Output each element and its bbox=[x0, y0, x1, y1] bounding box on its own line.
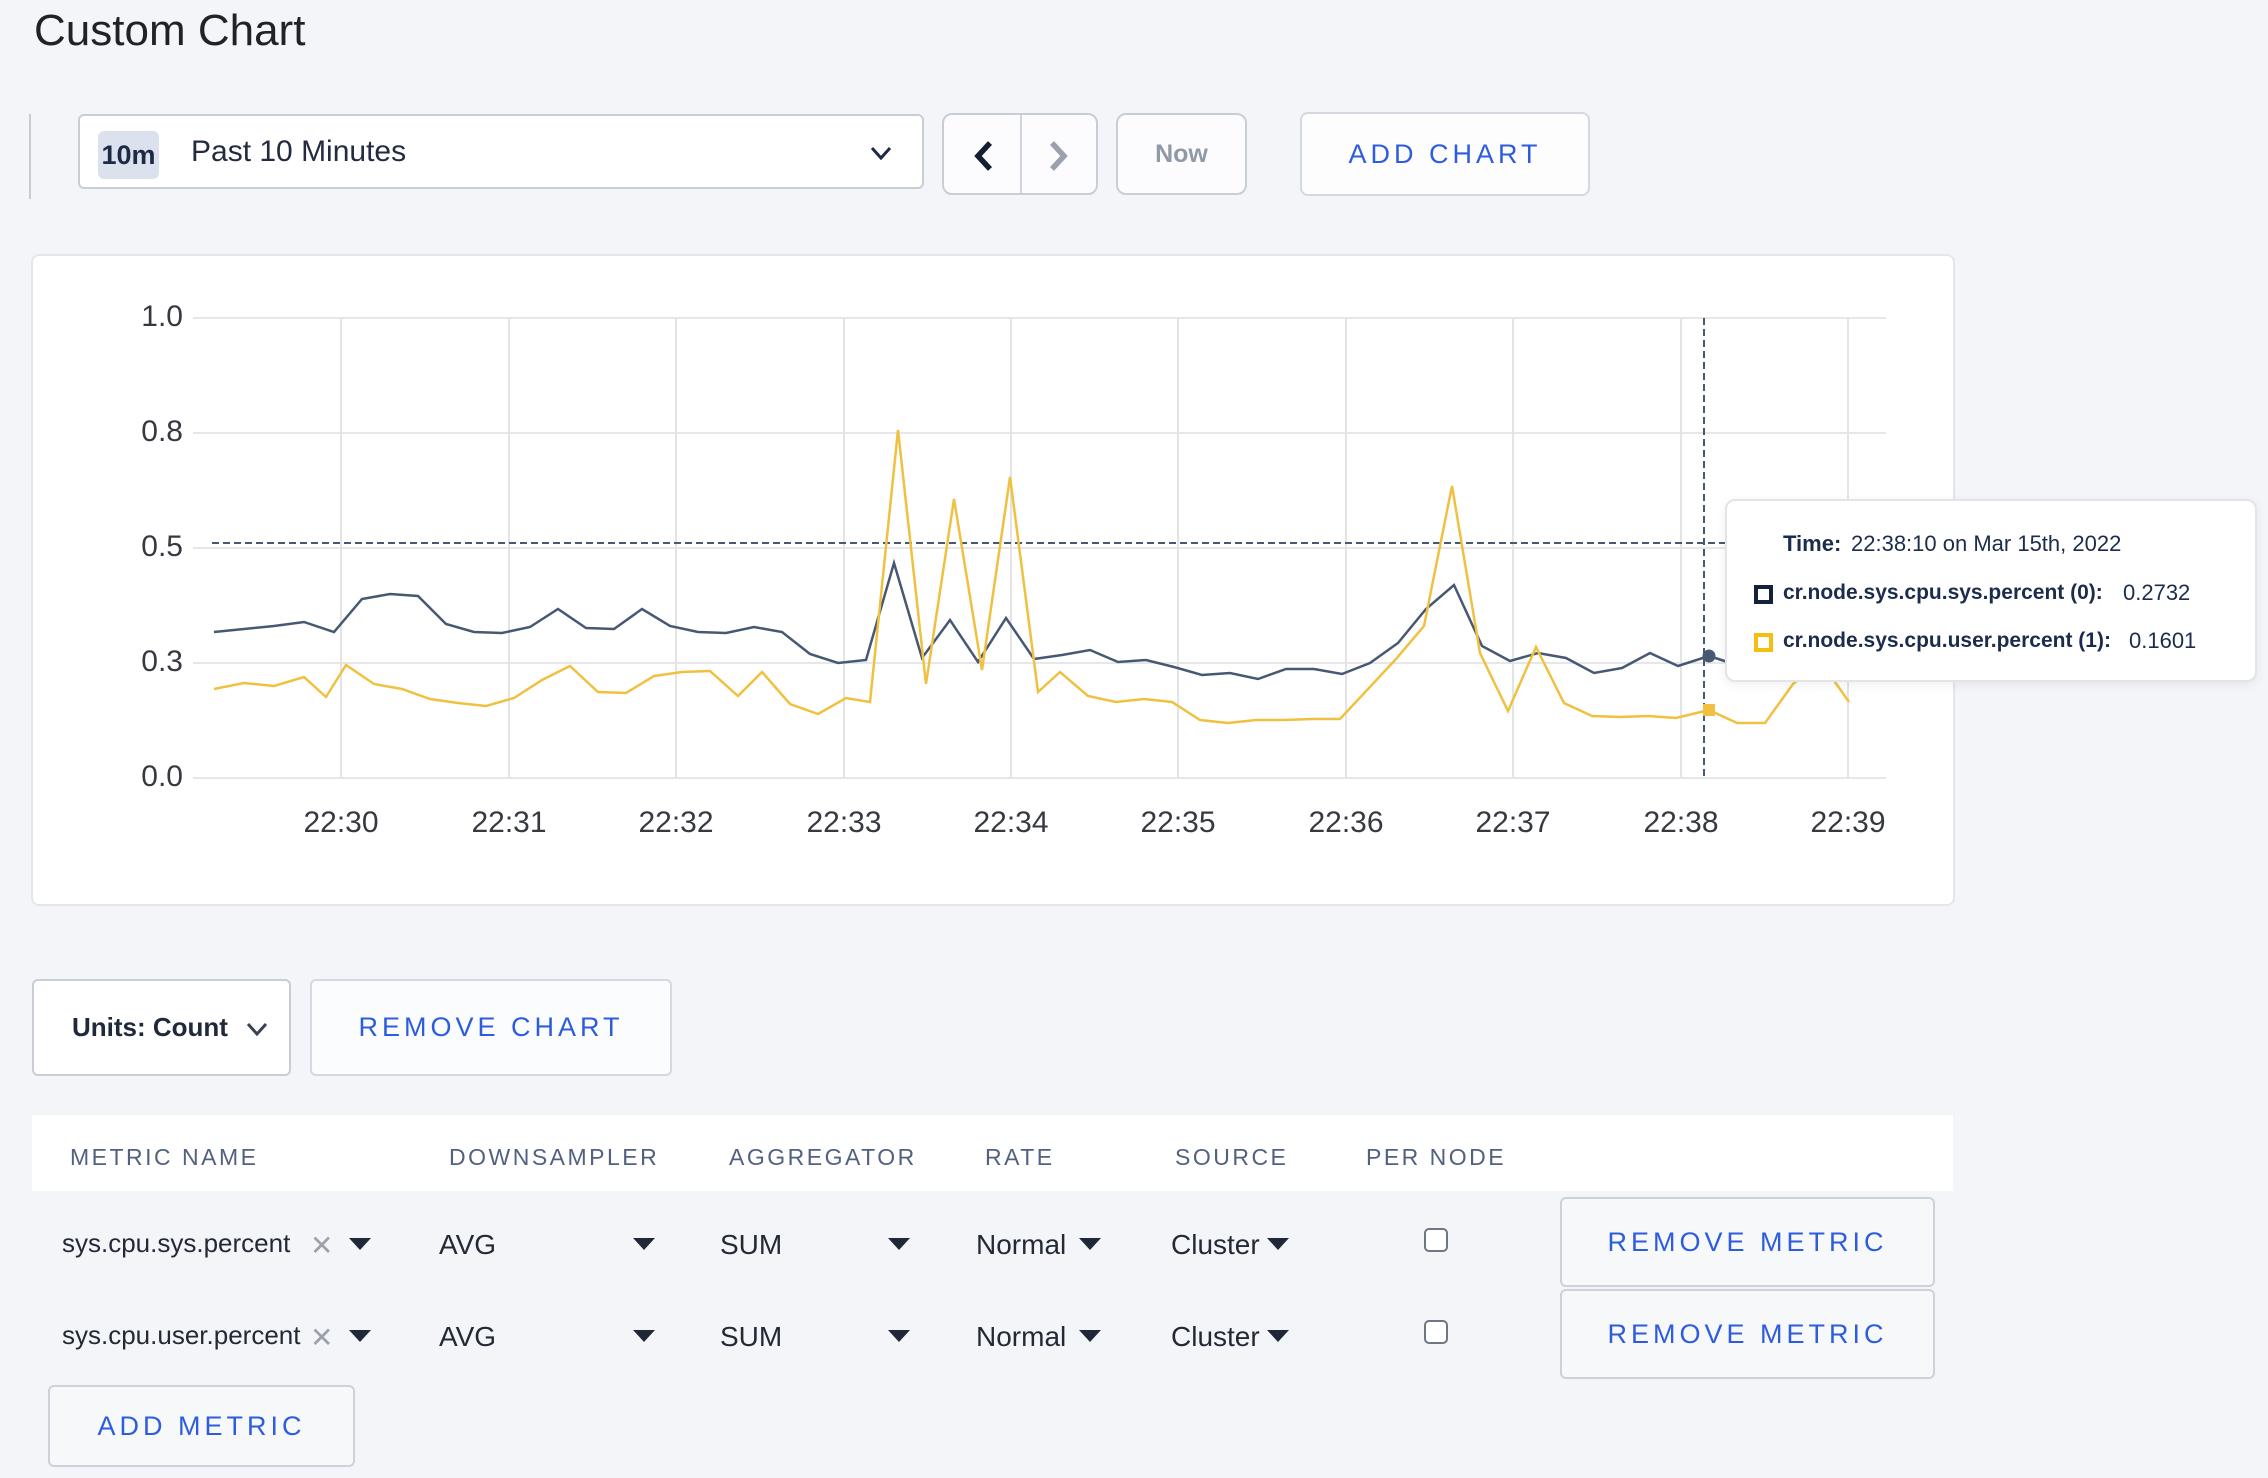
svg-text:0.3: 0.3 bbox=[141, 645, 183, 678]
svg-text:22:35: 22:35 bbox=[1140, 806, 1215, 839]
svg-text:0.5: 0.5 bbox=[141, 530, 183, 563]
svg-text:22:33: 22:33 bbox=[806, 806, 881, 839]
svg-text:22:36: 22:36 bbox=[1308, 806, 1383, 839]
svg-text:22:30: 22:30 bbox=[303, 806, 378, 839]
svg-text:0.8: 0.8 bbox=[141, 415, 183, 448]
svg-text:22:38: 22:38 bbox=[1643, 806, 1718, 839]
svg-text:22:39: 22:39 bbox=[1810, 806, 1885, 839]
svg-text:22:32: 22:32 bbox=[638, 806, 713, 839]
svg-text:22:37: 22:37 bbox=[1475, 806, 1550, 839]
svg-text:22:34: 22:34 bbox=[973, 806, 1048, 839]
svg-text:0.0: 0.0 bbox=[141, 760, 183, 793]
svg-text:22:31: 22:31 bbox=[471, 806, 546, 839]
svg-text:1.0: 1.0 bbox=[141, 300, 183, 333]
